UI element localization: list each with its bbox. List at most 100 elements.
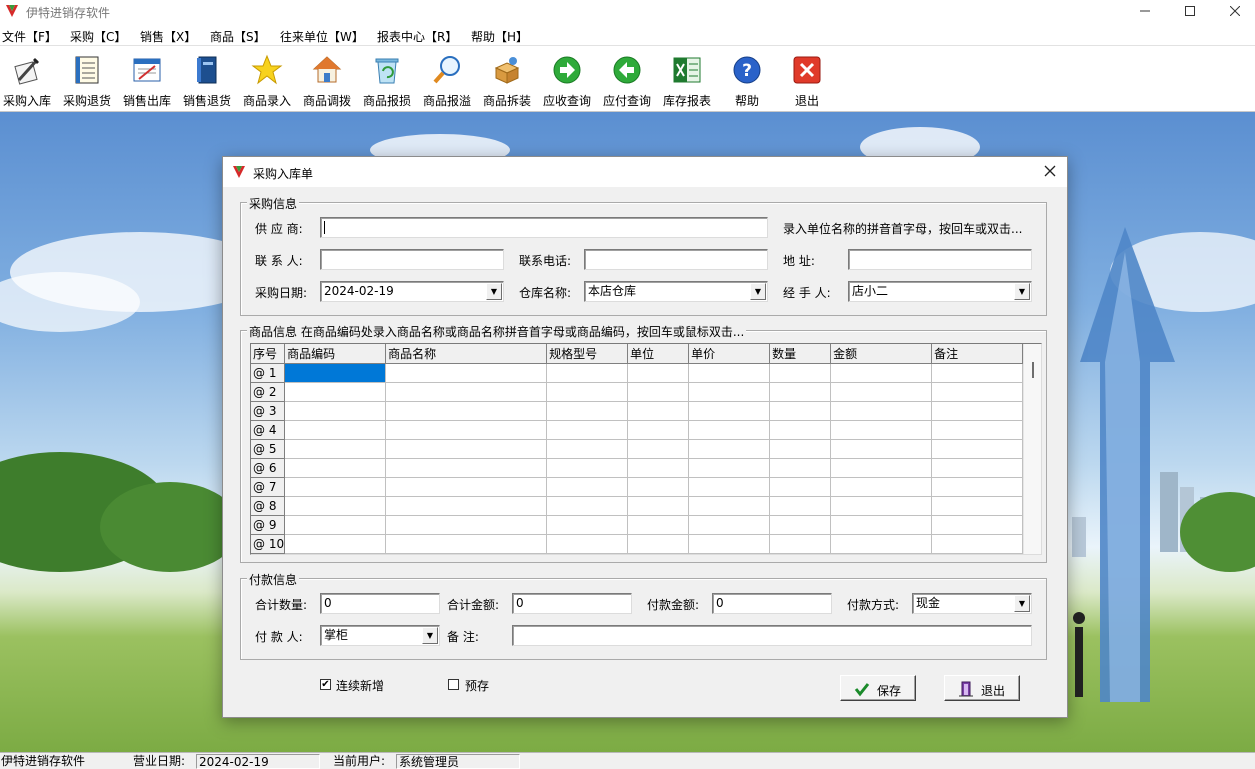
grid-cell[interactable] xyxy=(546,477,629,497)
grid-cell[interactable] xyxy=(385,477,548,497)
grid-cell[interactable] xyxy=(931,496,1024,516)
table-row[interactable]: @ 1 xyxy=(251,363,1024,383)
grid-cell[interactable] xyxy=(830,515,933,535)
menu-contacts[interactable]: 往来单位【W】 xyxy=(280,28,364,45)
toolbar-purchase-in-button[interactable]: 采购入库 xyxy=(0,48,57,110)
chevron-down-icon[interactable]: ▼ xyxy=(1014,283,1030,300)
chevron-down-icon[interactable]: ▼ xyxy=(422,627,438,644)
payer-select[interactable]: 掌柜 ▼ xyxy=(320,625,440,646)
toolbar-exit-button[interactable]: 退出 xyxy=(777,48,837,110)
grid-cell[interactable] xyxy=(284,382,387,402)
grid-cell[interactable] xyxy=(385,534,548,554)
col-header-amount[interactable]: 金额 xyxy=(830,344,933,364)
grid-cell[interactable] xyxy=(284,496,387,516)
chevron-down-icon[interactable]: ▼ xyxy=(1014,595,1030,612)
handler-select[interactable]: 店小二 ▼ xyxy=(848,281,1032,302)
remark-input[interactable] xyxy=(512,625,1032,646)
close-window-button[interactable] xyxy=(1212,0,1255,22)
table-row[interactable]: @ 8 xyxy=(251,496,1024,516)
table-row[interactable]: @ 4 xyxy=(251,420,1024,440)
menu-reports[interactable]: 报表中心【R】 xyxy=(377,28,457,45)
goods-grid[interactable]: 序号 商品编码 商品名称 规格型号 单位 单价 数量 金额 备注 @ 1 @ 2 @… xyxy=(250,343,1042,555)
col-header-qty[interactable]: 数量 xyxy=(769,344,832,364)
grid-cell[interactable] xyxy=(830,458,933,478)
grid-cell[interactable] xyxy=(627,401,690,421)
grid-cell[interactable] xyxy=(830,439,933,459)
prestore-checkbox[interactable] xyxy=(448,679,459,690)
grid-cell[interactable] xyxy=(830,534,933,554)
grid-cell[interactable] xyxy=(385,420,548,440)
grid-cell[interactable] xyxy=(627,477,690,497)
grid-cell[interactable] xyxy=(546,363,629,383)
grid-cell[interactable] xyxy=(546,496,629,516)
grid-cell[interactable] xyxy=(931,477,1024,497)
grid-cell[interactable] xyxy=(284,420,387,440)
grid-cell[interactable] xyxy=(931,401,1024,421)
col-header-price[interactable]: 单价 xyxy=(688,344,771,364)
grid-cell[interactable] xyxy=(284,458,387,478)
grid-cell[interactable] xyxy=(627,515,690,535)
toolbar-goods-assembly-button[interactable]: 商品拆装 xyxy=(477,48,537,110)
toolbar-help-button[interactable]: ? 帮助 xyxy=(717,48,777,110)
toolbar-goods-overflow-button[interactable]: 商品报溢 xyxy=(417,48,477,110)
grid-cell[interactable] xyxy=(385,401,548,421)
col-header-code[interactable]: 商品编码 xyxy=(284,344,387,364)
grid-cell[interactable] xyxy=(627,420,690,440)
grid-cell[interactable] xyxy=(627,382,690,402)
grid-cell[interactable] xyxy=(385,496,548,516)
scrollbar-thumb[interactable] xyxy=(1032,362,1034,378)
grid-cell[interactable] xyxy=(688,477,771,497)
grid-cell[interactable] xyxy=(546,382,629,402)
grid-scrollbar[interactable] xyxy=(1023,344,1041,554)
grid-cell[interactable] xyxy=(627,496,690,516)
grid-cell[interactable] xyxy=(830,363,933,383)
table-row[interactable]: @ 5 xyxy=(251,439,1024,459)
col-header-index[interactable]: 序号 xyxy=(251,344,286,364)
grid-cell[interactable] xyxy=(688,515,771,535)
toolbar-purchase-return-button[interactable]: 采购退货 xyxy=(57,48,117,110)
col-header-name[interactable]: 商品名称 xyxy=(385,344,548,364)
grid-cell[interactable] xyxy=(688,363,771,383)
grid-cell[interactable] xyxy=(284,515,387,535)
grid-cell[interactable] xyxy=(830,382,933,402)
menu-help[interactable]: 帮助【H】 xyxy=(471,28,528,45)
grid-cell[interactable] xyxy=(830,401,933,421)
menu-purchase[interactable]: 采购【C】 xyxy=(70,28,126,45)
toolbar-sales-out-button[interactable]: 销售出库 xyxy=(117,48,177,110)
menu-sales[interactable]: 销售【X】 xyxy=(140,28,196,45)
purchase-date-picker[interactable]: 2024-02-19 ▼ xyxy=(320,281,504,302)
grid-cell[interactable] xyxy=(546,458,629,478)
grid-cell[interactable] xyxy=(385,515,548,535)
grid-cell[interactable] xyxy=(688,496,771,516)
grid-cell[interactable] xyxy=(688,420,771,440)
grid-cell[interactable] xyxy=(546,401,629,421)
grid-cell[interactable] xyxy=(769,420,832,440)
exit-button[interactable]: 退出 xyxy=(944,675,1020,701)
grid-cell[interactable] xyxy=(385,439,548,459)
minimize-button[interactable] xyxy=(1122,0,1168,22)
grid-cell[interactable] xyxy=(769,439,832,459)
grid-cell[interactable] xyxy=(931,534,1024,554)
grid-cell[interactable] xyxy=(385,382,548,402)
grid-cell[interactable] xyxy=(546,439,629,459)
toolbar-stock-report-button[interactable]: 库存报表 xyxy=(657,48,717,110)
address-input[interactable] xyxy=(848,249,1032,270)
grid-cell[interactable] xyxy=(931,515,1024,535)
grid-cell[interactable] xyxy=(769,477,832,497)
grid-cell[interactable] xyxy=(688,401,771,421)
toolbar-goods-transfer-button[interactable]: 商品调拨 xyxy=(297,48,357,110)
grid-cell[interactable] xyxy=(284,363,387,383)
save-button[interactable]: 保存 xyxy=(840,675,916,701)
grid-cell[interactable] xyxy=(769,515,832,535)
paid-amount-input[interactable]: 0 xyxy=(712,593,832,614)
grid-cell[interactable] xyxy=(688,534,771,554)
grid-cell[interactable] xyxy=(284,401,387,421)
grid-cell[interactable] xyxy=(627,439,690,459)
grid-cell[interactable] xyxy=(830,477,933,497)
grid-cell[interactable] xyxy=(546,420,629,440)
dialog-close-button[interactable] xyxy=(1039,161,1061,183)
total-qty-input[interactable]: 0 xyxy=(320,593,440,614)
grid-cell[interactable] xyxy=(769,458,832,478)
grid-cell[interactable] xyxy=(830,420,933,440)
supplier-input[interactable] xyxy=(320,217,768,238)
